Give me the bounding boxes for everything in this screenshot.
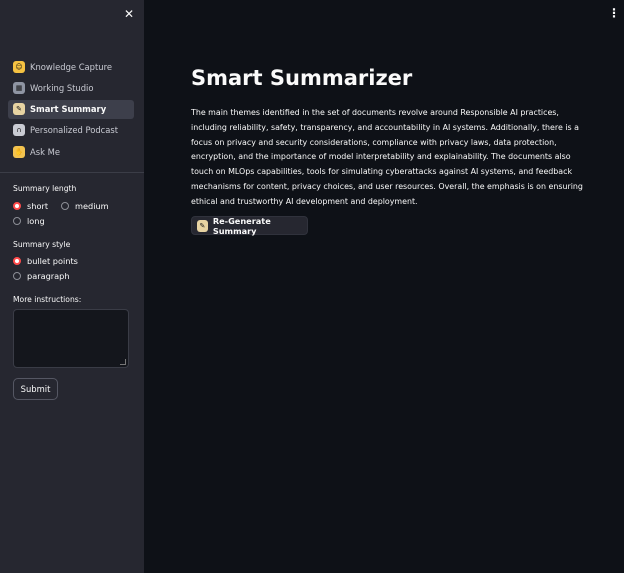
sidebar-item-smart-summary[interactable]: ✎ Smart Summary [8, 99, 134, 119]
radio-paragraph-indicator [13, 272, 21, 280]
radio-bullet-points[interactable]: bullet points [13, 256, 78, 266]
radio-short[interactable]: short [13, 201, 48, 211]
resize-handle-icon[interactable] [120, 359, 126, 365]
memo-icon: ✎ [197, 219, 208, 232]
kebab-menu-icon[interactable]: ⋮ [608, 5, 620, 21]
sidebar-item-label: Knowledge Capture [30, 61, 112, 72]
sidebar-item-label: Personalized Podcast [30, 125, 119, 136]
radio-paragraph-label: paragraph [27, 271, 70, 281]
radio-medium-label: medium [75, 201, 109, 211]
summary-length-label: Summary length [13, 184, 77, 193]
submit-button[interactable]: Submit [13, 378, 58, 400]
sidebar-item-working-studio[interactable]: ▦ Working Studio [8, 78, 134, 97]
regenerate-summary-label: Re-Generate Summary [212, 215, 271, 236]
hugging-face-icon: ☺ [13, 60, 25, 73]
film-frames-icon: ▦ [13, 81, 25, 94]
sidebar-nav: ☺ Knowledge Capture ▦ Working Studio ✎ S… [8, 57, 134, 163]
radio-bullet-points-label: bullet points [27, 256, 78, 266]
summary-style-label: Summary style [13, 240, 71, 249]
radio-long-label: long [27, 216, 45, 226]
summary-text: The main themes identified in the set of… [191, 108, 583, 206]
radio-bullet-points-indicator [13, 257, 21, 265]
sidebar-item-personalized-podcast[interactable]: ∩ Personalized Podcast [8, 121, 134, 140]
instructions-textarea[interactable] [13, 309, 129, 368]
headphones-icon: ∩ [13, 124, 25, 137]
sidebar: ✕ ☺ Knowledge Capture ▦ Working Studio ✎… [0, 0, 144, 573]
radio-long-indicator [13, 217, 21, 225]
instructions-label: More instructions: [13, 295, 82, 304]
sidebar-item-ask-me[interactable]: ✋ Ask Me [8, 142, 134, 161]
close-sidebar-icon[interactable]: ✕ [121, 6, 137, 22]
sidebar-divider [0, 172, 144, 173]
radio-medium-indicator [61, 202, 69, 210]
sidebar-item-knowledge-capture[interactable]: ☺ Knowledge Capture [8, 57, 134, 76]
radio-long[interactable]: long [13, 216, 45, 226]
memo-icon: ✎ [13, 103, 25, 116]
radio-paragraph[interactable]: paragraph [13, 271, 70, 281]
sidebar-item-label: Smart Summary [30, 104, 107, 115]
radio-short-indicator [13, 202, 21, 210]
sidebar-item-label: Ask Me [30, 146, 60, 157]
radio-medium[interactable]: medium [61, 201, 109, 211]
radio-short-label: short [27, 201, 49, 211]
regenerate-summary-button[interactable]: ✎ Re-Generate Summary [191, 215, 308, 236]
page-title: Smart Summarizer [191, 66, 413, 90]
raised-hand-icon: ✋ [13, 145, 25, 158]
sidebar-item-label: Working Studio [30, 82, 94, 93]
